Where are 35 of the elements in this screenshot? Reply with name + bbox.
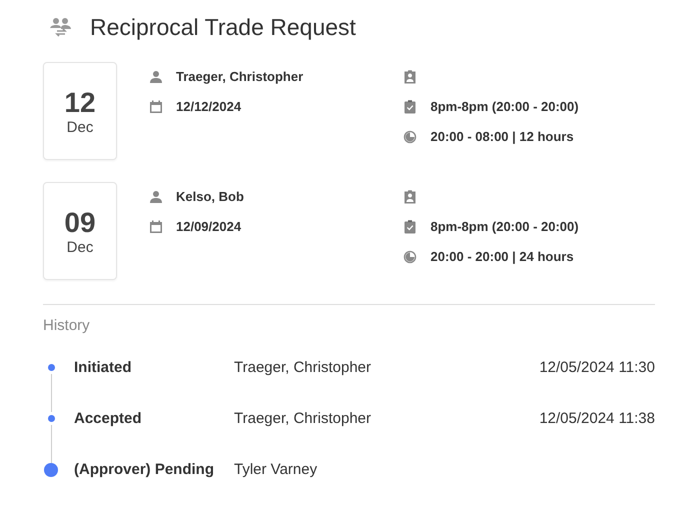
- calendar-icon: [149, 100, 163, 114]
- history-status: Accepted: [73, 410, 143, 427]
- date-month: Dec: [66, 118, 94, 136]
- shift-name: 8pm-8pm (20:00 - 20:00): [430, 219, 579, 234]
- timeline-line: [50, 425, 52, 463]
- clipboard-check-icon: [403, 220, 418, 234]
- shift-hours: 20:00 - 20:00 | 24 hours: [430, 249, 574, 264]
- date-day: 09: [64, 206, 96, 238]
- history-status: (Approver) Pending: [73, 461, 216, 478]
- history-heading: History: [43, 317, 91, 334]
- page-title: Reciprocal Trade Request: [90, 14, 356, 40]
- shift-date: 12/09/2024: [176, 219, 242, 234]
- history-person: Traeger, Christopher: [234, 410, 372, 427]
- history-time: 12/05/2024 11:30: [539, 359, 655, 376]
- history-status: Initiated: [73, 359, 133, 376]
- person-icon: [149, 190, 163, 204]
- people-swap-icon: [50, 17, 72, 37]
- employee-name: Kelso, Bob: [176, 189, 244, 204]
- clipboard-check-icon: [403, 100, 418, 114]
- clock-icon: [403, 250, 418, 264]
- employee-name: Traeger, Christopher: [176, 69, 304, 84]
- date-day: 12: [64, 86, 96, 118]
- calendar-icon: [149, 220, 163, 234]
- history-person: Traeger, Christopher: [234, 359, 372, 376]
- shift-hours: 20:00 - 08:00 | 12 hours: [430, 129, 574, 144]
- shift-name: 8pm-8pm (20:00 - 20:00): [430, 99, 579, 114]
- clock-icon: [403, 130, 418, 144]
- date-month: Dec: [66, 238, 94, 256]
- id-badge-icon: [403, 190, 418, 204]
- id-badge-icon: [403, 70, 418, 84]
- timeline-line: [50, 374, 52, 412]
- history-person: Tyler Varney: [234, 461, 318, 478]
- shift-date: 12/12/2024: [176, 99, 242, 114]
- person-icon: [149, 70, 163, 84]
- history-time: 12/05/2024 11:38: [539, 410, 655, 427]
